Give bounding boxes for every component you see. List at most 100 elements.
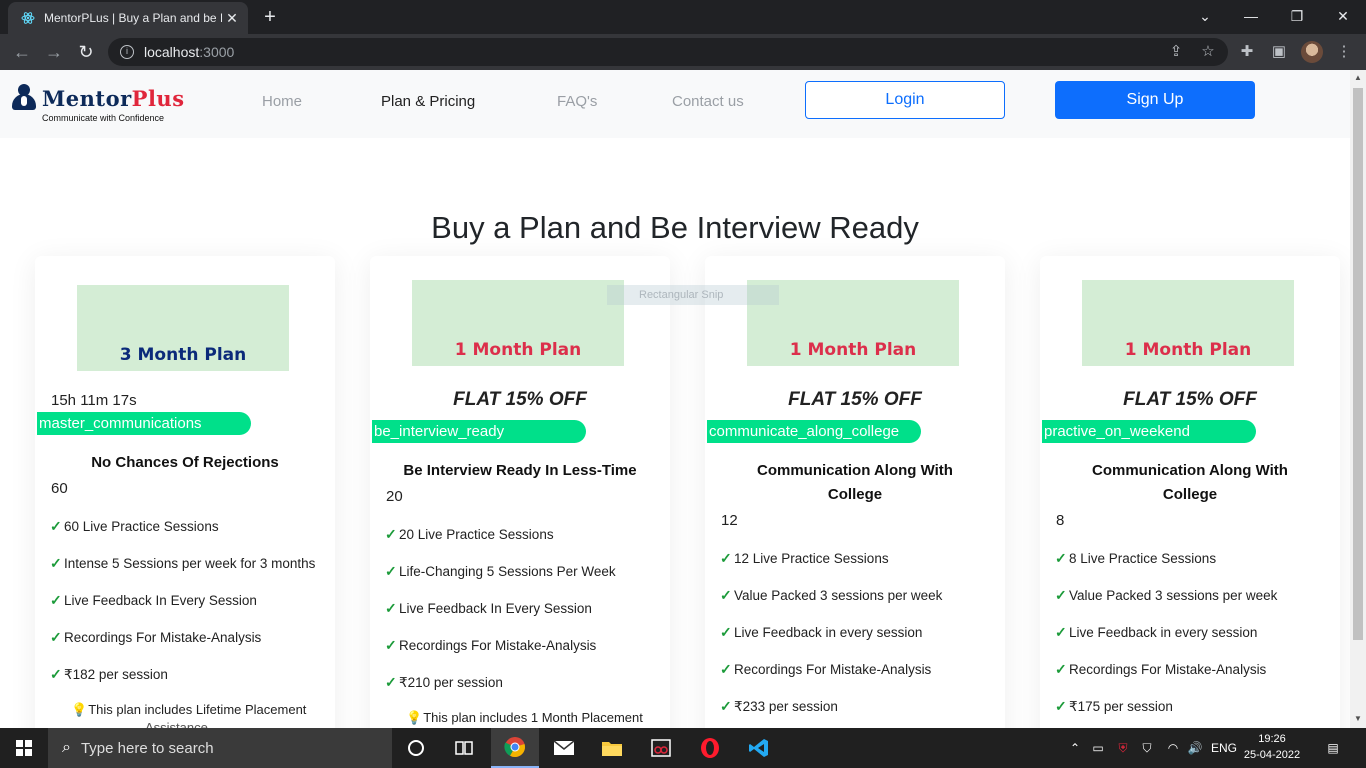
search-icon: ⌕ — [62, 739, 71, 756]
browser-tab-bar: MentorPLus | Buy a Plan and be I ✕ + ⌄ —… — [0, 0, 1366, 34]
nav-link-home[interactable]: Home — [262, 93, 302, 110]
feature-item: ✓ Recordings For Mistake-Analysis — [50, 629, 262, 645]
session-count: 12 — [721, 512, 738, 529]
language-indicator[interactable]: ENG — [1208, 728, 1240, 768]
discount-label: FLAT 15% OFF — [788, 389, 922, 410]
coupon-code-pill[interactable]: be_interview_ready — [372, 420, 586, 443]
plan-banner: 1 Month Plan — [1082, 280, 1294, 366]
close-window-button[interactable]: ✕ — [1320, 4, 1366, 28]
plan-card: 1 Month Plan FLAT 15% OFF practive_on_we… — [1040, 256, 1340, 728]
feature-item: ✓ Life-Changing 5 Sessions Per Week — [385, 563, 616, 579]
nav-link-plan-pricing[interactable]: Plan & Pricing — [381, 93, 475, 110]
plan-card: 1 Month Plan FLAT 15% OFF be_interview_r… — [370, 256, 670, 728]
feature-item: ✓ Live Feedback In Every Session — [50, 592, 257, 608]
security-shield-icon[interactable]: ⛉ — [1136, 728, 1158, 768]
cortana-icon[interactable] — [392, 728, 440, 768]
plan-title: Communication Along With College — [757, 462, 953, 503]
mentor-logo-icon — [12, 84, 36, 112]
antivirus-icon[interactable]: ⛨ — [1112, 728, 1134, 768]
bookmark-star-icon[interactable]: ☆ — [1198, 42, 1218, 62]
vscode-icon[interactable] — [735, 728, 783, 768]
check-icon: ✓ — [50, 592, 62, 608]
menu-kebab-icon[interactable]: ⋮ — [1334, 42, 1354, 62]
windows-taskbar: ⌕ Type here to search ⌃ ▭ ⛨ ⛉ ◠ 🔊 ENG 19… — [0, 728, 1366, 768]
check-icon: ✓ — [385, 526, 397, 542]
signup-button[interactable]: Sign Up — [1055, 81, 1255, 119]
brand[interactable]: MentorPlus Communicate with Confidence — [12, 84, 185, 123]
browser-tab[interactable]: MentorPLus | Buy a Plan and be I ✕ — [8, 2, 248, 34]
feature-item: ✓ ₹210 per session — [385, 674, 503, 690]
brand-name: MentorPlus — [42, 85, 185, 111]
plan-note: 💡This plan includes Lifetime Placement — [71, 702, 307, 717]
check-icon: ✓ — [50, 666, 62, 682]
offer-timer: 15h 11m 17s — [51, 392, 137, 409]
task-view-icon[interactable] — [440, 728, 488, 768]
volume-icon[interactable]: 🔊 — [1184, 728, 1206, 768]
tab-search-icon[interactable]: ⌄ — [1182, 4, 1228, 28]
feature-item: ✓ Live Feedback in every session — [720, 624, 923, 640]
battery-icon[interactable]: ▭ — [1088, 728, 1108, 768]
tab-title: MentorPLus | Buy a Plan and be I — [44, 11, 222, 25]
feature-item: ✓ 8 Live Practice Sessions — [1055, 550, 1217, 566]
snipping-tool-icon[interactable] — [637, 728, 685, 768]
page-scrollbar[interactable]: ▲ ▼ — [1350, 70, 1366, 728]
page-title: Buy a Plan and Be Interview Ready — [431, 210, 919, 245]
session-count: 60 — [51, 480, 68, 497]
check-icon: ✓ — [1055, 587, 1067, 603]
plan-title: Be Interview Ready In Less-Time — [403, 462, 637, 479]
scroll-up-icon[interactable]: ▲ — [1354, 73, 1362, 82]
address-bar[interactable]: i localhost:3000 — [108, 38, 1228, 66]
feature-item: ✓ Intense 5 Sessions per week for 3 month… — [50, 555, 316, 571]
feature-item: ✓ 12 Live Practice Sessions — [720, 550, 889, 566]
check-icon: ✓ — [385, 600, 397, 616]
restore-button[interactable]: ❐ — [1274, 4, 1320, 28]
system-clock[interactable]: 19:26 25-04-2022 — [1240, 731, 1304, 763]
coupon-code-pill[interactable]: communicate_along_college — [707, 420, 921, 443]
taskbar-search[interactable]: ⌕ Type here to search — [48, 728, 392, 768]
new-tab-button[interactable]: + — [258, 6, 282, 29]
extensions-puzzle-icon[interactable]: ✚ — [1237, 42, 1257, 62]
windows-start-icon[interactable] — [0, 728, 48, 768]
check-icon: ✓ — [720, 587, 732, 603]
tray-expand-icon[interactable]: ⌃ — [1066, 728, 1084, 768]
wifi-icon[interactable]: ◠ — [1162, 728, 1184, 768]
side-panel-icon[interactable]: ▣ — [1269, 42, 1289, 62]
discount-label: FLAT 15% OFF — [453, 389, 587, 410]
feature-item: ✓ Live Feedback In Every Session — [385, 600, 592, 616]
scrollbar-thumb[interactable] — [1353, 88, 1363, 640]
coupon-code-pill[interactable]: master_communications — [37, 412, 251, 435]
feature-item: ✓ ₹233 per session — [720, 698, 838, 714]
feature-item: ✓ ₹182 per session — [50, 666, 168, 682]
coupon-code-pill[interactable]: practive_on_weekend — [1042, 420, 1256, 443]
feature-item: ✓ Live Feedback in every session — [1055, 624, 1258, 640]
reload-icon[interactable]: ↻ — [74, 40, 98, 64]
forward-arrow-icon[interactable]: → — [42, 40, 66, 64]
feature-item: ✓ Value Packed 3 sessions per week — [720, 587, 943, 603]
plan-banner: 3 Month Plan — [77, 285, 289, 371]
back-arrow-icon[interactable]: ← — [10, 40, 34, 64]
chrome-icon[interactable] — [491, 728, 539, 768]
feature-item: ✓ Recordings For Mistake-Analysis — [1055, 661, 1267, 677]
minimize-button[interactable]: — — [1228, 4, 1274, 28]
feature-item: ✓ Value Packed 3 sessions per week — [1055, 587, 1278, 603]
browser-toolbar: ← → ↻ i localhost:3000 ⇪ ☆ ✚ ▣ ⋮ — [0, 34, 1366, 70]
plan-title: Communication Along With College — [1092, 462, 1288, 503]
tab-close-icon[interactable]: ✕ — [222, 10, 242, 27]
file-explorer-icon[interactable] — [588, 728, 636, 768]
share-icon[interactable]: ⇪ — [1166, 42, 1186, 62]
login-button[interactable]: Login — [805, 81, 1005, 119]
check-icon: ✓ — [1055, 661, 1067, 677]
notifications-icon[interactable]: ▤ — [1320, 728, 1346, 768]
feature-item: ✓ Recordings For Mistake-Analysis — [720, 661, 932, 677]
react-icon — [20, 10, 36, 26]
discount-label: FLAT 15% OFF — [1123, 389, 1257, 410]
plan-banner: 1 Month Plan — [412, 280, 624, 366]
nav-link-faq[interactable]: FAQ's — [557, 93, 597, 110]
mail-icon[interactable] — [540, 728, 588, 768]
scroll-down-icon[interactable]: ▼ — [1354, 714, 1362, 723]
site-info-icon[interactable]: i — [120, 45, 134, 59]
nav-link-contact[interactable]: Contact us — [672, 93, 744, 110]
profile-avatar[interactable] — [1301, 41, 1323, 63]
check-icon: ✓ — [720, 550, 732, 566]
opera-icon[interactable] — [686, 728, 734, 768]
